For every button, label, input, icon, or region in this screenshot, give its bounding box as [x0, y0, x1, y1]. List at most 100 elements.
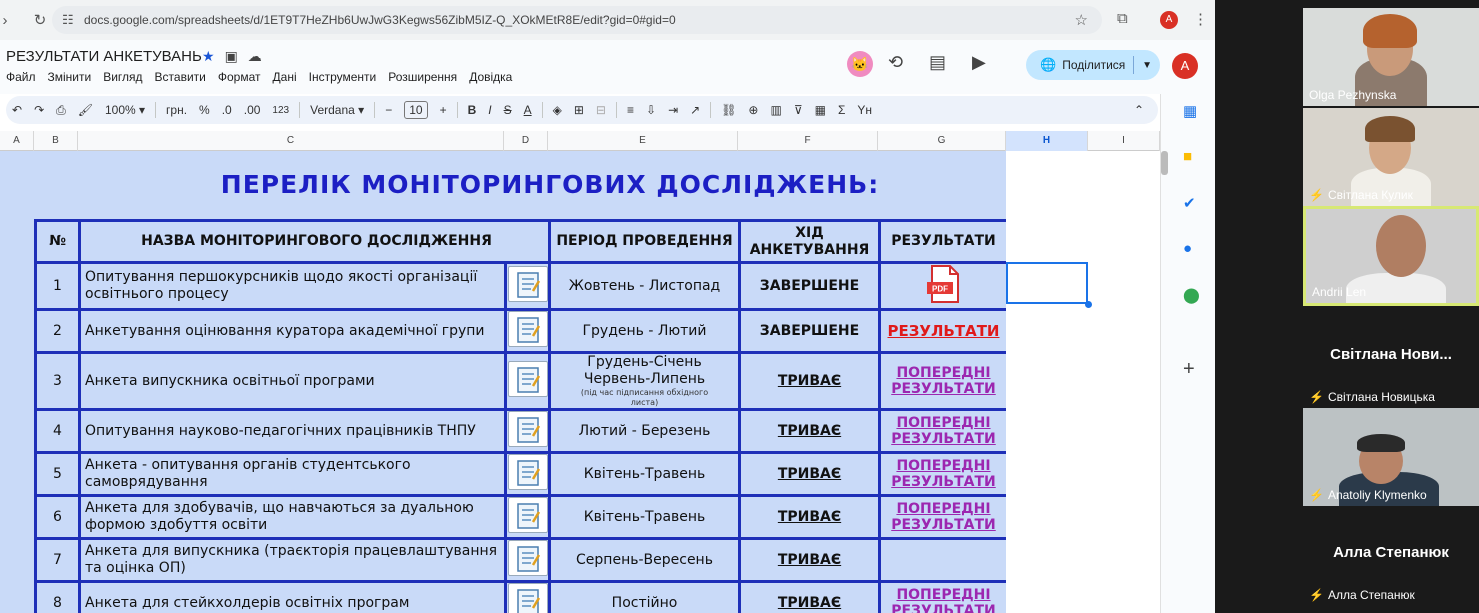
strikethrough-icon[interactable]: S [504, 103, 512, 117]
row-name[interactable]: Анкета - опитування органів студентськог… [78, 451, 507, 497]
calendar-icon[interactable]: ▦ [1183, 102, 1197, 120]
cloud-status-icon[interactable]: ☁ [248, 48, 262, 65]
profile-avatar[interactable]: A [1160, 11, 1178, 29]
decrease-decimal[interactable]: .0 [222, 103, 232, 117]
italic-icon[interactable]: I [488, 103, 491, 117]
participant-tile[interactable]: ⚡ Світлана Кулик [1303, 108, 1479, 206]
row-status-ongoing[interactable]: ТРИВАЄ [738, 351, 881, 411]
star-icon[interactable]: ★ [202, 48, 215, 65]
preliminary-results-link[interactable]: ПОПЕРЕДНІ РЕЗУЛЬТАТИ [891, 501, 996, 533]
column-header-e[interactable]: E [548, 131, 738, 151]
row-name[interactable]: Анкета для стейкхолдерів освітніх програ… [78, 580, 507, 613]
row-period[interactable]: Серпень-Вересень [548, 537, 741, 583]
column-header-i[interactable]: I [1088, 131, 1160, 151]
valign-icon[interactable]: ⇩ [646, 103, 656, 117]
forward-icon[interactable]: › [0, 12, 10, 29]
survey-form-icon[interactable] [507, 454, 548, 490]
row-period[interactable]: Квітень-Травень [548, 494, 741, 540]
pdf-icon[interactable]: PDF [924, 264, 964, 303]
row-result-pdf[interactable]: PDF [878, 261, 1009, 311]
row-number[interactable]: 2 [34, 308, 81, 354]
link-icon[interactable]: ⛓ [721, 103, 736, 117]
browser-menu-icon[interactable]: ⋮ [1193, 10, 1208, 28]
chart-icon[interactable]: ▥ [770, 103, 781, 117]
keep-icon[interactable]: ■ [1183, 148, 1192, 165]
survey-form-cell[interactable] [504, 351, 551, 411]
row-period[interactable]: Жовтень - Листопад [548, 261, 741, 311]
share-button[interactable]: 🌐 Поділитися ▼ [1026, 50, 1160, 80]
document-title[interactable]: РЕЗУЛЬТАТИ АНКЕТУВАНЬ [6, 48, 202, 65]
menu-edit[interactable]: Змінити [48, 70, 92, 84]
comments-icon[interactable]: ▤ [929, 52, 946, 73]
row-result-link[interactable]: ПОПЕРЕДНІ РЕЗУЛЬТАТИ [878, 451, 1009, 497]
survey-form-icon[interactable] [507, 540, 548, 576]
meet-icon[interactable]: ▶ [972, 52, 986, 73]
empty-cells-area[interactable] [1006, 151, 1160, 613]
row-name[interactable]: Анкетування оцінювання куратора академіч… [78, 308, 507, 354]
menu-file[interactable]: Файл [6, 70, 36, 84]
row-number[interactable]: 8 [34, 580, 81, 613]
print-icon[interactable]: ⎙ [56, 103, 66, 118]
results-link[interactable]: РЕЗУЛЬТАТИ [888, 322, 1000, 340]
font-size-increase[interactable]: + [440, 103, 447, 117]
row-number[interactable]: 6 [34, 494, 81, 540]
row-status-ongoing[interactable]: ТРИВАЄ [738, 451, 881, 497]
survey-form-cell[interactable] [504, 261, 551, 311]
header-results[interactable]: РЕЗУЛЬТАТИ [878, 219, 1009, 264]
site-settings-icon[interactable]: ☷ [62, 12, 74, 28]
row-period[interactable]: Грудень-Січень Червень-Липень (під час п… [548, 351, 741, 411]
preliminary-results-link[interactable]: ПОПЕРЕДНІ РЕЗУЛЬТАТИ [891, 415, 996, 447]
column-header-f[interactable]: F [738, 131, 878, 151]
survey-form-icon[interactable] [507, 497, 548, 533]
preliminary-results-link[interactable]: ПОПЕРЕДНІ РЕЗУЛЬТАТИ [891, 458, 996, 490]
survey-form-cell[interactable] [504, 580, 551, 613]
row-number[interactable]: 5 [34, 451, 81, 497]
row-name[interactable]: Опитування першокурсників щодо якості ор… [78, 261, 507, 311]
vertical-scrollbar[interactable] [1161, 151, 1168, 175]
participant-tile[interactable]: Світлана Нови... ⚡ Світлана Новицька [1303, 310, 1479, 408]
row-name[interactable]: Анкета випускника освітньої програми [78, 351, 507, 411]
url-field[interactable]: ☷ docs.google.com/spreadsheets/d/1ET9T7H… [52, 6, 1102, 34]
row-result-link[interactable]: ПОПЕРЕДНІ РЕЗУЛЬТАТИ [878, 351, 1009, 411]
participant-tile[interactable]: ⚡ Anatoliy Klymenko [1303, 408, 1479, 506]
menu-view[interactable]: Вигляд [103, 70, 142, 84]
row-number[interactable]: 3 [34, 351, 81, 411]
font-size-input[interactable]: 10 [404, 101, 428, 119]
participant-tile-active[interactable]: Andrii Len [1303, 206, 1479, 306]
undo-icon[interactable]: ↶ [12, 103, 22, 117]
row-period[interactable]: Грудень - Лютий [548, 308, 741, 354]
collapse-toolbar-icon[interactable]: ⌃ [1134, 103, 1144, 117]
menu-insert[interactable]: Вставити [155, 70, 206, 84]
filter-icon[interactable]: ⊽ [794, 103, 803, 117]
survey-form-icon[interactable] [507, 311, 548, 347]
survey-form-cell[interactable] [504, 537, 551, 583]
percent-format[interactable]: % [199, 103, 210, 117]
selected-cell[interactable] [1006, 262, 1088, 304]
survey-form-cell[interactable] [504, 308, 551, 354]
row-period[interactable]: Постійно [548, 580, 741, 613]
row-status-ongoing[interactable]: ТРИВАЄ [738, 537, 881, 583]
font-select[interactable]: Verdana ▾ [310, 103, 364, 117]
row-result-link[interactable]: ПОПЕРЕДНІ РЕЗУЛЬТАТИ [878, 494, 1009, 540]
participant-tile[interactable]: Алла Степанюк ⚡ Алла Степанюк [1303, 508, 1479, 606]
survey-form-icon[interactable] [507, 361, 548, 397]
currency-format[interactable]: грн. [166, 103, 187, 117]
increase-decimal[interactable]: .00 [244, 103, 261, 117]
header-number[interactable]: № [34, 219, 81, 264]
zoom-select[interactable]: 100% ▾ [105, 103, 145, 117]
reload-icon[interactable]: ↻ [28, 11, 52, 29]
borders-icon[interactable]: ⊞ [574, 103, 584, 117]
bookmark-star-icon[interactable]: ☆ [1075, 11, 1088, 29]
fill-color-icon[interactable]: ◈ [553, 103, 562, 117]
survey-form-icon[interactable] [507, 411, 548, 447]
row-result-link[interactable]: РЕЗУЛЬТАТИ [878, 308, 1009, 354]
row-status-done[interactable]: ЗАВЕРШЕНЕ [738, 261, 881, 311]
row-status-ongoing[interactable]: ТРИВАЄ [738, 580, 881, 613]
column-header-b[interactable]: B [34, 131, 78, 151]
row-number[interactable]: 4 [34, 408, 81, 454]
menu-extensions[interactable]: Розширення [388, 70, 457, 84]
column-header-a[interactable]: A [0, 131, 34, 151]
survey-form-icon[interactable] [507, 266, 548, 302]
column-header-d[interactable]: D [504, 131, 548, 151]
survey-form-cell[interactable] [504, 451, 551, 497]
